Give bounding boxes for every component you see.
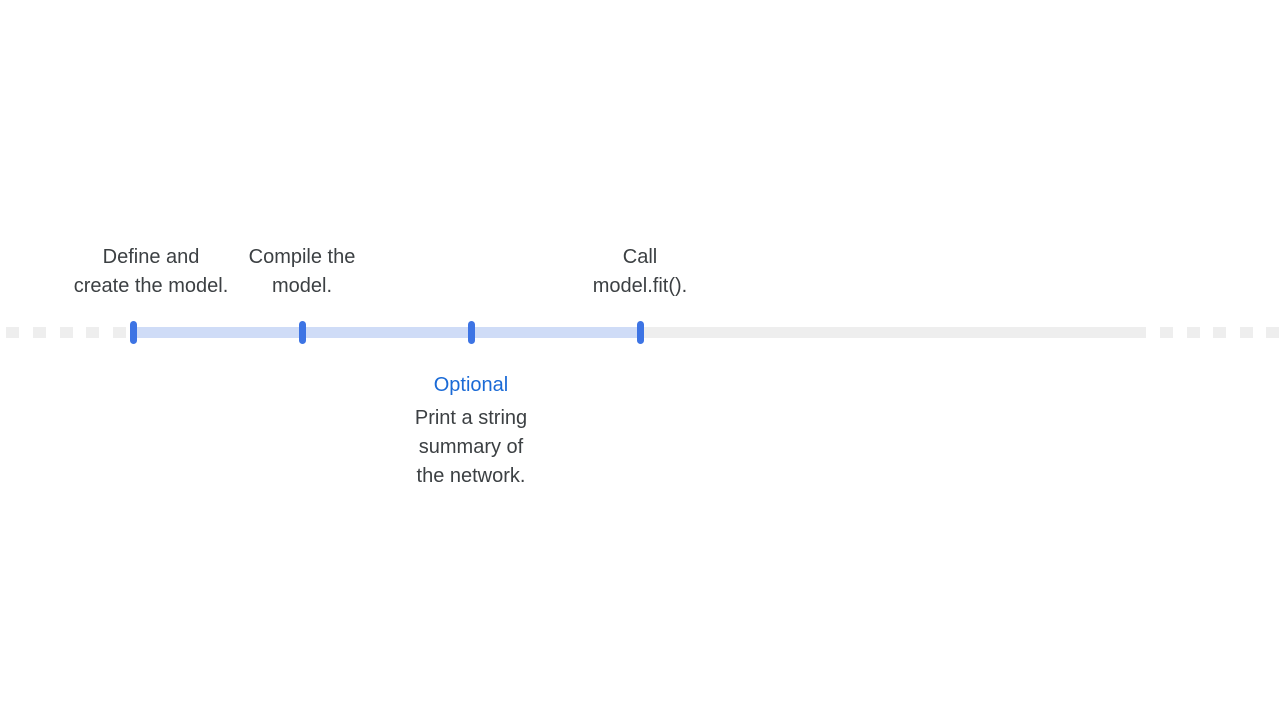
- step-marker-summary: [467, 321, 475, 344]
- step-marker-fit: [636, 321, 644, 344]
- step-label-line: summary of: [418, 436, 524, 458]
- step-label-line: Print a string: [414, 407, 528, 429]
- step-label-define: Define and create the model.: [74, 243, 229, 301]
- track-dash-right: [1266, 327, 1279, 338]
- step-label-line: Define and: [102, 246, 200, 268]
- step-marker-define: [129, 321, 137, 344]
- track-dash-left: [6, 327, 19, 338]
- step-label-line: the network.: [416, 465, 526, 487]
- track-dash-right: [1160, 327, 1173, 338]
- optional-tag: Optional: [433, 374, 509, 396]
- track-dash-left: [33, 327, 46, 338]
- step-label-line: Compile the: [248, 246, 356, 268]
- timeline-diagram: Define and create the model. Compile the…: [0, 0, 1280, 720]
- step-label-fit: Call model.fit().: [593, 243, 687, 301]
- track-dash-left: [113, 327, 126, 338]
- step-label-line: model.: [271, 275, 333, 297]
- track-dash-right: [1240, 327, 1253, 338]
- step-marker-compile: [298, 321, 306, 344]
- step-label-line: create the model.: [73, 275, 229, 297]
- step-label-line: model.fit().: [592, 275, 688, 297]
- track-dash-right: [1213, 327, 1226, 338]
- step-label-line: Call: [622, 246, 658, 268]
- track-dash-left: [60, 327, 73, 338]
- track-dash-right: [1187, 327, 1200, 338]
- step-label-summary: Print a string summary of the network.: [415, 404, 527, 491]
- timeline-track-completed: [133, 327, 640, 338]
- track-dash-left: [86, 327, 99, 338]
- step-label-compile: Compile the model.: [249, 243, 356, 301]
- timeline-track-remaining: [640, 327, 1146, 338]
